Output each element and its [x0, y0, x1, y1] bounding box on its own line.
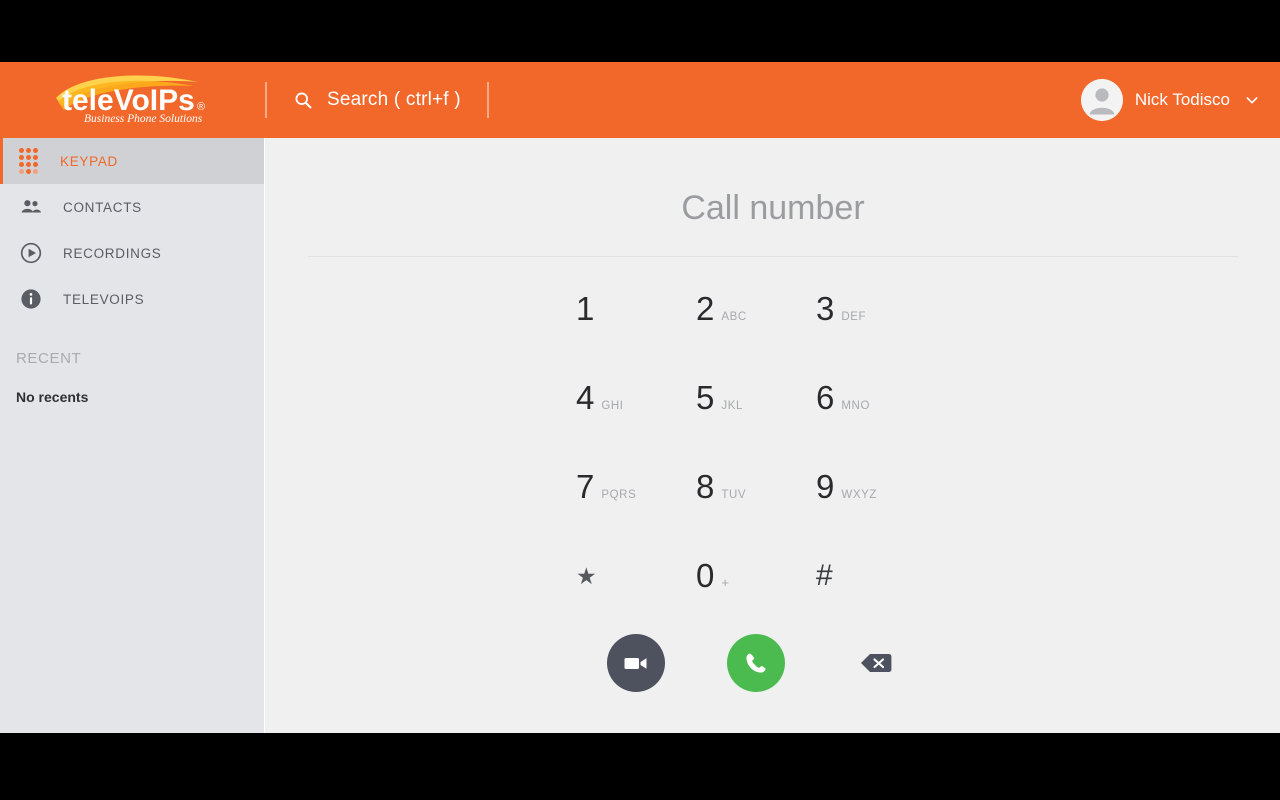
keypad-key-letters: GHI — [601, 400, 624, 412]
sidebar-item-label: KEYPAD — [60, 153, 118, 169]
keypad-key-0[interactable]: 0 + — [696, 555, 816, 644]
keypad-row: 7 PQRS 8 TUV 9 WXYZ — [576, 466, 936, 555]
call-number-input[interactable]: Call number — [308, 184, 1238, 232]
chevron-down-icon[interactable] — [1244, 92, 1260, 108]
user-name-label: Nick Todisco — [1134, 90, 1230, 109]
user-avatar-icon — [1080, 79, 1123, 121]
keypad-key-letters: JKL — [721, 400, 743, 412]
keypad-key-star[interactable]: ★ — [576, 555, 696, 644]
keypad-key-7[interactable]: 7 PQRS — [576, 466, 696, 555]
sidebar: KEYPAD CONTACTS RECORDINGS TELEVOIPS REC… — [0, 138, 265, 733]
keypad-row: 4 GHI 5 JKL 6 MNO — [576, 377, 936, 466]
search-icon — [295, 92, 312, 109]
people-icon — [19, 195, 43, 219]
keypad-row: 1 2 ABC 3 DEF — [576, 288, 936, 377]
backspace-icon — [861, 654, 892, 672]
keypad-key-letters: DEF — [841, 311, 867, 323]
video-camera-icon — [624, 658, 647, 669]
search-box[interactable]: Search ( ctrl+f ) — [267, 62, 487, 138]
keypad-key-3[interactable]: 3 DEF — [816, 288, 936, 377]
brand-logo[interactable]: teleVoIPs ® Business Phone Solutions — [0, 62, 265, 138]
sidebar-item-keypad[interactable]: KEYPAD — [0, 138, 264, 184]
keypad-key-letters: MNO — [841, 400, 870, 412]
video-call-button[interactable] — [607, 634, 665, 692]
play-circle-icon — [19, 241, 43, 265]
keypad-key-digit: 0 — [696, 557, 715, 594]
televoips-logo-icon: teleVoIPs ® Business Phone Solutions — [55, 75, 205, 125]
call-number-underline — [308, 256, 1238, 257]
keypad-key-8[interactable]: 8 TUV — [696, 466, 816, 555]
keypad-key-digit: 2 — [696, 290, 715, 327]
keypad-key-letters: PQRS — [601, 489, 637, 501]
keypad-key-9[interactable]: 9 WXYZ — [816, 466, 936, 555]
recent-section-heading: RECENT — [16, 350, 82, 367]
dialer-actions — [576, 634, 936, 692]
svg-text:Business Phone Solutions: Business Phone Solutions — [84, 113, 203, 125]
user-menu[interactable]: Nick Todisco — [1080, 79, 1280, 121]
keypad-row: ★ 0 + # — [576, 555, 936, 644]
keypad-key-hash[interactable]: # — [816, 555, 936, 644]
keypad-key-4[interactable]: 4 GHI — [576, 377, 696, 466]
call-cell — [696, 634, 816, 692]
video-call-cell — [576, 634, 696, 692]
backspace-cell — [816, 634, 936, 692]
phone-handset-icon — [746, 653, 766, 673]
sidebar-item-label: TELEVOIPS — [63, 291, 145, 307]
search-placeholder: Search ( ctrl+f ) — [327, 89, 461, 110]
keypad-key-digit: 7 — [576, 468, 595, 505]
keypad-key-2[interactable]: 2 ABC — [696, 288, 816, 377]
sidebar-item-recordings[interactable]: RECORDINGS — [0, 230, 264, 276]
keypad-key-digit: 8 — [696, 468, 715, 505]
keypad-key-digit: 3 — [816, 290, 835, 327]
keypad-dots-icon — [16, 148, 40, 174]
hash-icon: # — [816, 559, 833, 592]
top-bar: teleVoIPs ® Business Phone Solutions Sea… — [0, 62, 1280, 138]
sidebar-item-televoips[interactable]: TELEVOIPS — [0, 276, 264, 322]
keypad-key-letters: + — [721, 575, 729, 590]
keypad-key-letters: TUV — [721, 489, 747, 501]
keypad-key-digit: 4 — [576, 379, 595, 416]
keypad-key-letters: ABC — [721, 311, 747, 323]
keypad: 1 2 ABC 3 DEF 4 GHI 5 JKL 6 MNO 7 PQRS 8… — [576, 288, 936, 644]
backspace-button[interactable] — [859, 650, 893, 676]
topbar-divider-right — [486, 82, 489, 118]
keypad-key-digit: 6 — [816, 379, 835, 416]
keypad-key-digit: 1 — [576, 290, 595, 327]
sidebar-item-contacts[interactable]: CONTACTS — [0, 184, 264, 230]
call-number-field[interactable]: Call number — [308, 184, 1238, 257]
avatar — [1080, 79, 1123, 121]
sidebar-item-label: CONTACTS — [63, 199, 142, 215]
app-window: teleVoIPs ® Business Phone Solutions Sea… — [0, 62, 1280, 733]
dialer-panel: Call number 1 2 ABC 3 DEF 4 GHI 5 JKL 6 … — [266, 138, 1280, 733]
svg-text:®: ® — [197, 101, 205, 113]
no-recents-message: No recents — [16, 389, 89, 405]
keypad-key-digit: 9 — [816, 468, 835, 505]
sidebar-item-label: RECORDINGS — [63, 245, 162, 261]
keypad-key-letters: WXYZ — [841, 489, 877, 501]
keypad-key-5[interactable]: 5 JKL — [696, 377, 816, 466]
keypad-key-digit: 5 — [696, 379, 715, 416]
keypad-key-1[interactable]: 1 — [576, 288, 696, 377]
keypad-key-6[interactable]: 6 MNO — [816, 377, 936, 466]
call-button[interactable] — [727, 634, 785, 692]
star-icon: ★ — [576, 563, 597, 589]
info-icon — [19, 287, 43, 311]
